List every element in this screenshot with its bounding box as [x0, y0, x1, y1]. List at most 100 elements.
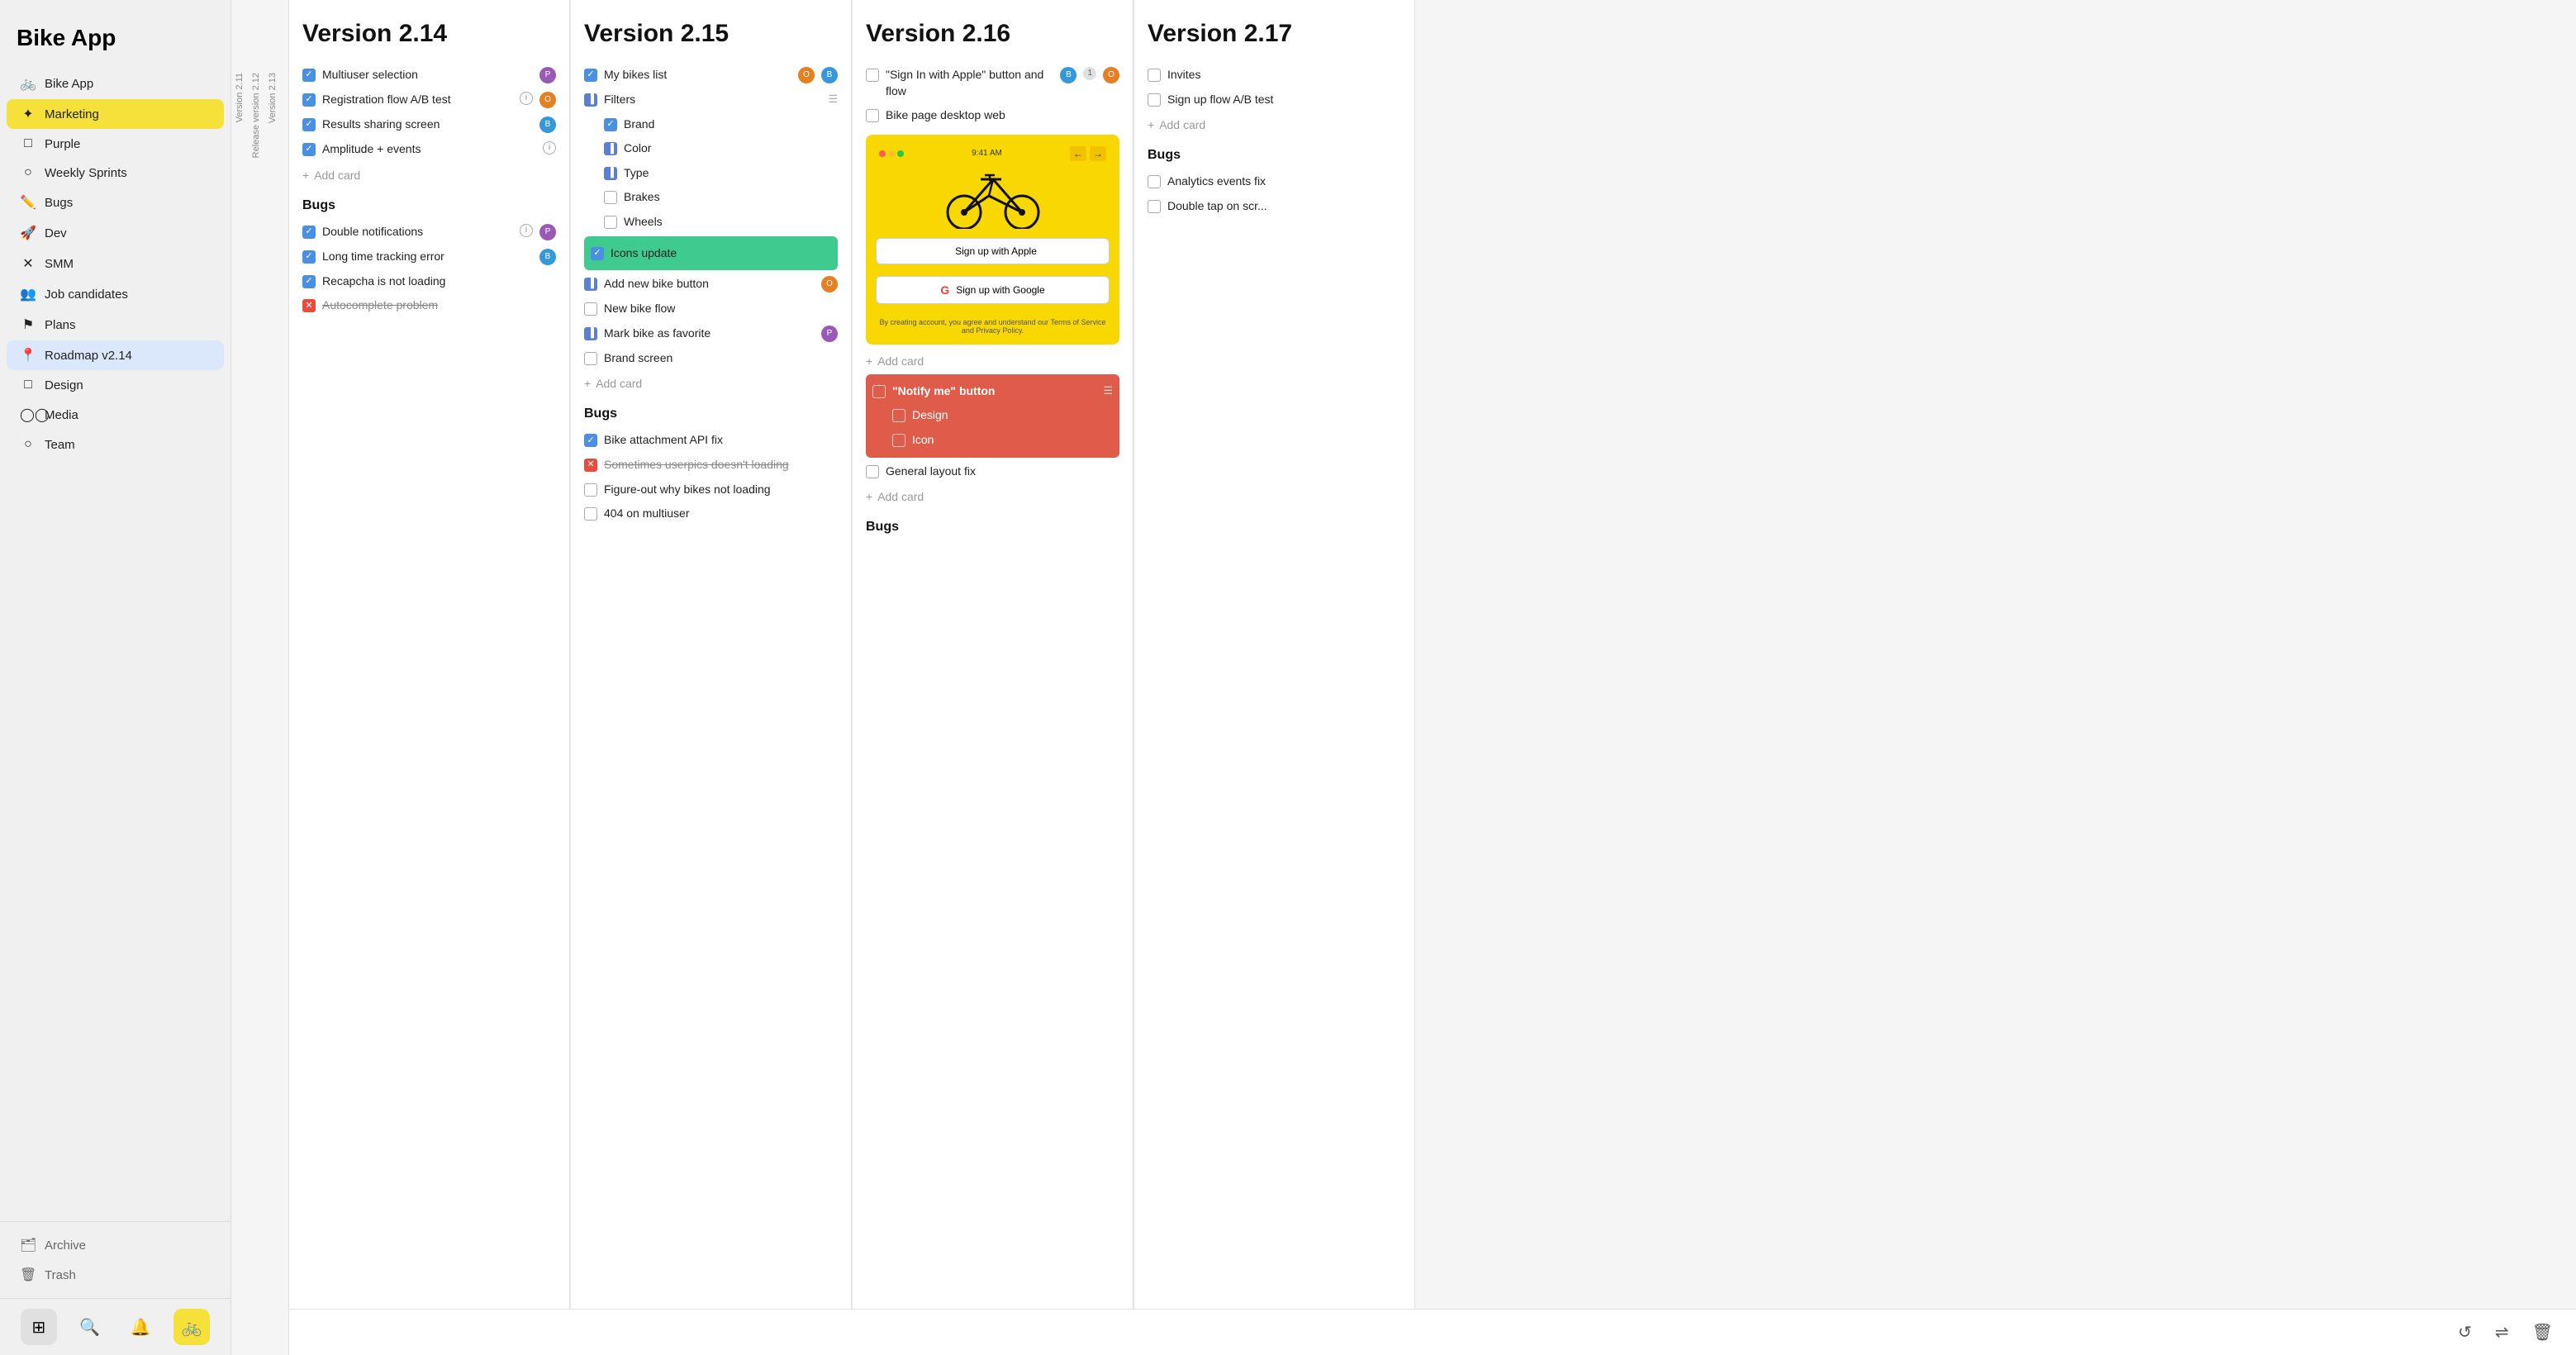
card-checkbox[interactable]: ▐ [604, 167, 617, 180]
card-text[interactable]: Icons update [611, 245, 831, 262]
sidebar-item-design[interactable]: □ Design [7, 371, 224, 399]
card-checkbox[interactable] [872, 385, 886, 398]
sidebar-item-team[interactable]: ○ Team [7, 430, 224, 459]
version-label-211[interactable]: Version 2.11 [231, 66, 248, 129]
card-checkbox[interactable] [892, 409, 905, 422]
card-checkbox[interactable]: ✓ [584, 69, 597, 82]
card-checkbox[interactable] [866, 69, 879, 82]
card-text[interactable]: Double tap on scr... [1167, 198, 1401, 215]
sidebar-item-plans[interactable]: ⚑ Plans [7, 310, 224, 340]
add-card-button[interactable]: + Add card [302, 165, 556, 185]
card-checkbox[interactable]: ✓ [302, 143, 316, 156]
card-checkbox[interactable]: ✓ [302, 250, 316, 264]
sidebar-item-smm[interactable]: ✕ SMM [7, 249, 224, 278]
card-text[interactable]: Invites [1167, 67, 1401, 83]
card-checkbox[interactable]: ✕ [584, 459, 597, 472]
card-text[interactable]: Brakes [624, 189, 838, 206]
card-text[interactable]: Design [912, 407, 1113, 424]
card-text[interactable]: Results sharing screen [322, 116, 533, 133]
add-card-button[interactable]: + Add card [584, 373, 838, 393]
undo-button[interactable]: ↺ [2455, 1319, 2475, 1346]
sign-in-apple-button[interactable]: Sign up with Apple [876, 238, 1110, 264]
card-checkbox[interactable] [584, 507, 597, 521]
card-text[interactable]: "Sign In with Apple" button and flow [886, 67, 1053, 99]
search-button[interactable]: 🔍 [72, 1309, 108, 1345]
card-text[interactable]: Multiuser selection [322, 67, 533, 83]
version-label-213[interactable]: Version 2.13 [264, 66, 281, 130]
add-card-button[interactable]: + Add card [866, 487, 1119, 506]
sidebar-item-roadmap[interactable]: 📍 Roadmap v2.14 [7, 340, 224, 370]
card-checkbox[interactable] [584, 302, 597, 316]
sidebar-item-trash[interactable]: 🗑 Trash [7, 1260, 224, 1290]
card-checkbox[interactable] [866, 109, 879, 122]
card-text[interactable]: Add new bike button [604, 276, 815, 292]
card-checkbox[interactable]: ✓ [604, 118, 617, 131]
card-checkbox[interactable]: ▐ [584, 93, 597, 107]
card-checkbox[interactable] [1148, 93, 1161, 107]
card-text[interactable]: Brand screen [604, 350, 838, 367]
card-text[interactable]: Analytics events fix [1167, 174, 1401, 190]
sidebar-item-job-candidates[interactable]: 👥 Job candidates [7, 279, 224, 309]
sidebar-item-purple[interactable]: □ Purple [7, 130, 224, 158]
card-text[interactable]: Brand [624, 116, 838, 133]
card-checkbox[interactable]: ✓ [302, 118, 316, 131]
add-card-button[interactable]: + Add card [1148, 115, 1401, 135]
filter-button[interactable]: ⇌ [2492, 1319, 2512, 1346]
card-checkbox[interactable] [604, 191, 617, 204]
card-text[interactable]: Bike page desktop web [886, 107, 1119, 124]
sidebar-item-media[interactable]: ◯◯ Media [7, 400, 224, 430]
card-text[interactable]: Icon [912, 432, 1113, 449]
card-checkbox[interactable]: ▐ [604, 142, 617, 155]
card-checkbox[interactable]: ✕ [302, 299, 316, 312]
sidebar-item-dev[interactable]: 🚀 Dev [7, 218, 224, 248]
card-text[interactable]: Mark bike as favorite [604, 326, 815, 342]
card-text[interactable]: 404 on multiuser [604, 506, 838, 522]
card-checkbox[interactable] [584, 483, 597, 497]
card-checkbox[interactable]: ✓ [591, 247, 604, 260]
sidebar-item-bike-app[interactable]: 🚲 Bike App [7, 69, 224, 98]
card-checkbox[interactable]: ✓ [302, 93, 316, 107]
card-text[interactable]: New bike flow [604, 301, 838, 317]
card-checkbox[interactable] [1148, 69, 1161, 82]
card-checkbox[interactable]: ✓ [302, 226, 316, 239]
card-checkbox[interactable]: ✓ [302, 69, 316, 82]
grid-view-button[interactable]: ⊞ [21, 1309, 57, 1345]
sidebar-item-marketing[interactable]: ✦ Marketing [7, 99, 224, 129]
notifications-button[interactable]: 🔔 [122, 1309, 159, 1345]
delete-button[interactable]: 🗑 [2529, 1319, 2556, 1346]
card-checkbox[interactable] [584, 352, 597, 365]
card-text[interactable]: Figure-out why bikes not loading [604, 482, 838, 498]
card-checkbox[interactable] [1148, 175, 1161, 188]
card-text[interactable]: Bike attachment API fix [604, 432, 838, 449]
card-text[interactable]: Wheels [624, 214, 838, 231]
card-checkbox[interactable] [866, 465, 879, 478]
card-text[interactable]: Color [624, 140, 838, 157]
card-text[interactable]: General layout fix [886, 464, 1119, 480]
card-text[interactable]: Amplitude + events [322, 141, 536, 158]
notify-title[interactable]: "Notify me" button [892, 383, 1096, 400]
sign-in-google-button[interactable]: G Sign up with Google [876, 276, 1110, 304]
card-text[interactable]: Type [624, 165, 838, 182]
card-text[interactable]: Long time tracking error [322, 249, 533, 265]
sidebar-item-archive[interactable]: 🗂 Archive [7, 1230, 224, 1260]
card-checkbox[interactable]: ▐ [584, 327, 597, 340]
card-text[interactable]: Registration flow A/B test [322, 92, 513, 108]
card-text[interactable]: Sometimes userpics doesn't loading [604, 457, 838, 473]
card-checkbox[interactable]: ▐ [584, 278, 597, 291]
sidebar-item-weekly-sprints[interactable]: ○ Weekly Sprints [7, 159, 224, 187]
card-checkbox[interactable] [892, 434, 905, 447]
card-checkbox[interactable]: ✓ [302, 275, 316, 288]
card-checkbox[interactable] [604, 216, 617, 229]
card-text[interactable]: Filters [604, 92, 821, 108]
next-arrow[interactable]: → [1090, 146, 1106, 161]
card-checkbox[interactable] [1148, 200, 1161, 213]
version-label-212[interactable]: Release version 2.12 [248, 66, 264, 164]
card-text[interactable]: My bikes list [604, 67, 791, 83]
sidebar-item-bugs[interactable]: ✏️ Bugs [7, 188, 224, 217]
card-checkbox[interactable]: ✓ [584, 434, 597, 447]
card-text[interactable]: Sign up flow A/B test [1167, 92, 1401, 108]
user-avatar[interactable]: 🚲 [173, 1309, 210, 1345]
prev-arrow[interactable]: ← [1070, 146, 1086, 161]
add-card-button[interactable]: + Add card [866, 351, 1119, 371]
card-text[interactable]: Recapcha is not loading [322, 273, 556, 290]
